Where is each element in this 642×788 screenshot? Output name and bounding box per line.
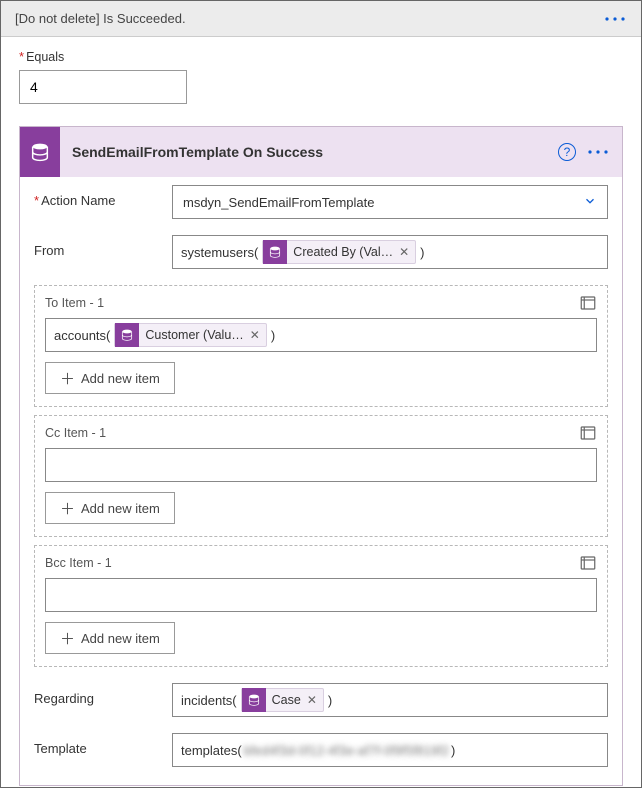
- cc-item-input[interactable]: [45, 448, 597, 482]
- bcc-item-title: Bcc Item - 1: [45, 556, 112, 570]
- token-created-by[interactable]: Created By (Val… ✕: [262, 240, 416, 264]
- dataverse-icon: [242, 688, 266, 712]
- send-email-card: SendEmailFromTemplate On Success ? *Acti…: [19, 126, 623, 786]
- regarding-input[interactable]: incidents( Case ✕ ): [172, 683, 608, 717]
- template-label: Template: [34, 733, 164, 756]
- required-star: *: [19, 49, 24, 64]
- array-mode-icon[interactable]: [579, 424, 597, 442]
- to-item-input[interactable]: accounts( Customer (Valu… ✕ ): [45, 318, 597, 352]
- from-input[interactable]: systemusers( Created By (Val… ✕ ): [172, 235, 608, 269]
- token-remove-icon[interactable]: ✕: [399, 245, 409, 259]
- array-mode-icon[interactable]: [579, 554, 597, 572]
- cc-add-item-button[interactable]: ＋Add new item: [45, 492, 175, 524]
- to-item-title: To Item - 1: [45, 296, 104, 310]
- token-remove-icon[interactable]: ✕: [250, 328, 260, 342]
- action-name-row: *Action Name msdyn_SendEmailFromTemplate: [20, 177, 622, 227]
- cc-item-group: Cc Item - 1 ＋Add new item: [34, 415, 608, 537]
- token-remove-icon[interactable]: ✕: [307, 693, 317, 707]
- to-item-group: To Item - 1 accounts( Customer (Valu… ✕ …: [34, 285, 608, 407]
- from-row: From systemusers( Created By (Val… ✕ ): [20, 227, 622, 277]
- dataverse-icon: [20, 127, 60, 177]
- bcc-item-input[interactable]: [45, 578, 597, 612]
- plus-icon: ＋: [60, 498, 75, 519]
- card-title: SendEmailFromTemplate On Success: [60, 144, 558, 160]
- token-case[interactable]: Case ✕: [241, 688, 324, 712]
- condition-header: [Do not delete] Is Succeeded.: [1, 1, 641, 37]
- dataverse-icon: [263, 240, 287, 264]
- condition-more-button[interactable]: [603, 15, 627, 23]
- cc-item-title: Cc Item - 1: [45, 426, 106, 440]
- plus-icon: ＋: [60, 628, 75, 649]
- help-icon[interactable]: ?: [558, 143, 576, 161]
- card-more-button[interactable]: [586, 148, 610, 156]
- bcc-add-item-button[interactable]: ＋Add new item: [45, 622, 175, 654]
- flow-condition-card: [Do not delete] Is Succeeded. *Equals Se…: [0, 0, 642, 788]
- chevron-down-icon: [583, 194, 597, 211]
- array-mode-icon[interactable]: [579, 294, 597, 312]
- action-name-label: *Action Name: [34, 185, 164, 208]
- dataverse-icon: [115, 323, 139, 347]
- action-name-select[interactable]: msdyn_SendEmailFromTemplate: [172, 185, 608, 219]
- token-customer[interactable]: Customer (Valu… ✕: [114, 323, 266, 347]
- bcc-item-group: Bcc Item - 1 ＋Add new item: [34, 545, 608, 667]
- equals-section: *Equals: [1, 37, 641, 114]
- condition-title: [Do not delete] Is Succeeded.: [15, 11, 186, 26]
- template-row: Template templates( bfed4f3d-0f12-4f3e-a…: [20, 725, 622, 785]
- plus-icon: ＋: [60, 368, 75, 389]
- action-name-value: msdyn_SendEmailFromTemplate: [183, 195, 374, 210]
- equals-input[interactable]: [19, 70, 187, 104]
- template-input[interactable]: templates( bfed4f3d-0f12-4f3e-af7f-0f9f5…: [172, 733, 608, 767]
- card-header[interactable]: SendEmailFromTemplate On Success ?: [20, 127, 622, 177]
- card-actions: ?: [558, 143, 622, 161]
- equals-label: *Equals: [19, 49, 623, 64]
- from-label: From: [34, 235, 164, 258]
- regarding-label: Regarding: [34, 683, 164, 706]
- to-add-item-button[interactable]: ＋Add new item: [45, 362, 175, 394]
- regarding-row: Regarding incidents( Case ✕ ): [20, 675, 622, 725]
- template-guid-blurred: bfed4f3d-0f12-4f3e-af7f-0f9f5f819f2: [244, 743, 449, 758]
